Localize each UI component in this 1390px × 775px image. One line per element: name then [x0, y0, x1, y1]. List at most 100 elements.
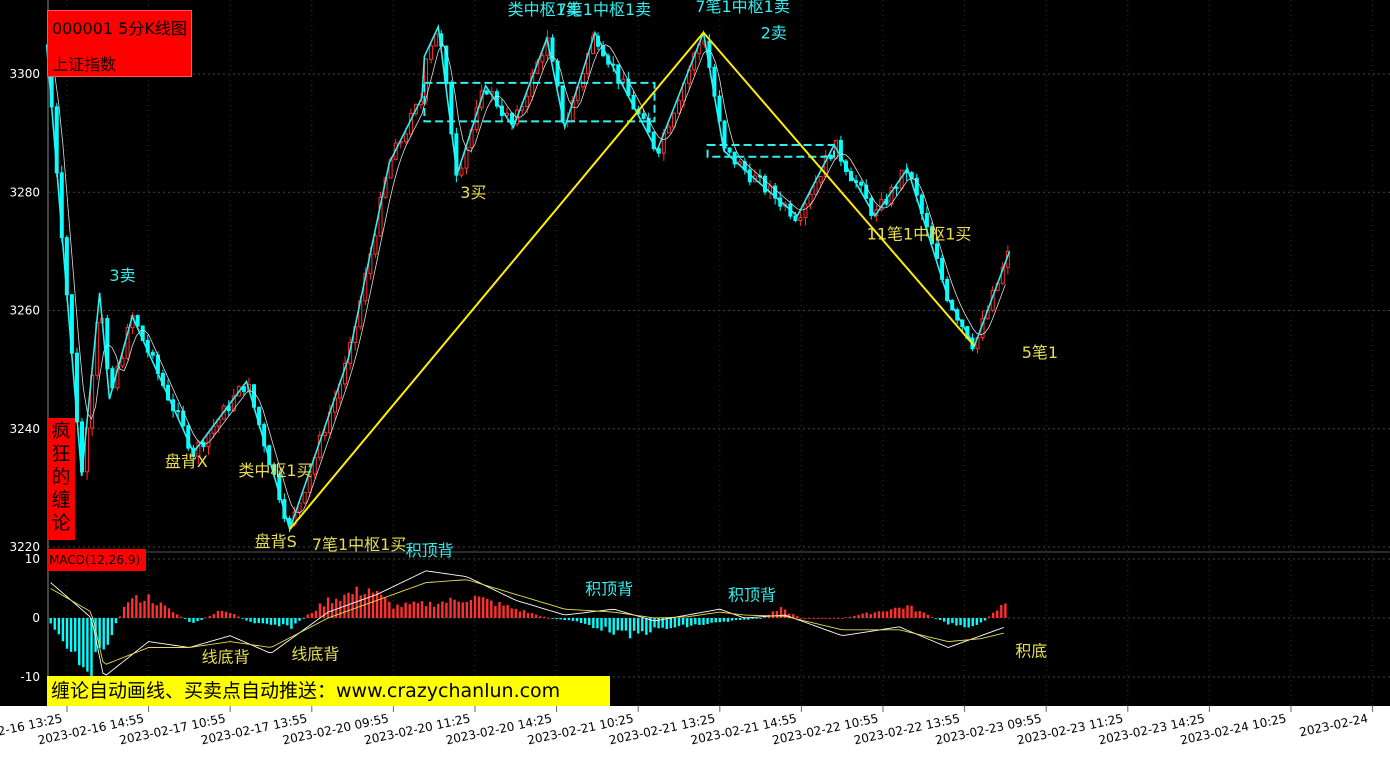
macd-bar-positive — [885, 611, 889, 618]
signal-label: 5笔1 — [1022, 343, 1058, 362]
macd-bar-negative — [645, 618, 648, 635]
macd-bar-positive — [861, 613, 864, 618]
macd-bar-negative — [106, 618, 109, 645]
candle-up — [803, 203, 808, 219]
macd-bar-positive — [212, 614, 216, 618]
macd-bar-positive — [477, 596, 481, 618]
macd-bar-negative — [188, 618, 191, 622]
macd-bar-negative — [102, 618, 105, 650]
macd-bar-positive — [229, 613, 232, 618]
macd-bar-negative — [604, 618, 607, 627]
macd-signal-label: 积底 — [1015, 641, 1047, 660]
signal-label: 7笔1中枢1卖 — [557, 0, 652, 19]
macd-bar-negative — [277, 618, 281, 627]
macd-bar-positive — [453, 599, 456, 618]
macd-bar-positive — [857, 615, 860, 618]
macd-bar-positive — [522, 610, 526, 618]
macd-bar-negative — [734, 618, 738, 621]
kline-chart[interactable]: 32203240326032803300100-102023-02-16 13:… — [0, 0, 1390, 775]
macd-bar-negative — [200, 618, 203, 620]
macd-bar-negative — [681, 618, 685, 625]
macd-bar-negative — [979, 618, 983, 623]
macd-bar-positive — [918, 611, 921, 618]
macd-bar-negative — [567, 618, 571, 621]
macd-bar-negative — [722, 618, 726, 622]
macd-bar-positive — [526, 613, 530, 618]
macd-bar-negative — [245, 618, 248, 621]
macd-bar-positive — [408, 604, 411, 618]
macd-bar-positive — [139, 602, 142, 618]
candle-down — [484, 90, 489, 95]
macd-bar-negative — [592, 618, 595, 629]
time-tick-label: 2023-02-24 — [1298, 711, 1369, 739]
macd-bar-negative — [184, 618, 187, 619]
candle-down — [176, 410, 181, 413]
macd-bar-negative — [759, 618, 762, 619]
candle-up — [621, 78, 626, 83]
macd-bar-positive — [547, 618, 550, 619]
macd-bar-positive — [894, 607, 897, 618]
macd-bar-positive — [490, 600, 493, 618]
macd-bar-positive — [412, 601, 415, 618]
macd-bar-negative — [261, 618, 265, 624]
macd-bar-positive — [306, 614, 309, 618]
macd-bar-negative — [677, 618, 681, 627]
macd-bar-positive — [506, 605, 509, 618]
macd-bar-positive — [384, 597, 387, 618]
macd-bar-negative — [555, 618, 558, 620]
signal-label: 盘背S — [26, 0, 68, 1]
macd-bar-positive — [314, 610, 318, 618]
macd-bar-negative — [743, 618, 746, 620]
macd-bar-negative — [86, 618, 89, 672]
macd-bar-positive — [991, 612, 995, 618]
macd-bar-positive — [816, 618, 819, 619]
macd-bar-negative — [551, 618, 554, 619]
macd-bar-positive — [326, 597, 330, 618]
promo-banner[interactable]: 缠论自动画线、买卖点自动推送：www.crazychanlun.com — [47, 676, 610, 706]
macd-label[interactable]: MACD(12,26,9) — [47, 549, 146, 571]
macd-bar-positive — [171, 612, 175, 618]
macd-bar-positive — [322, 606, 326, 618]
price-tick-label: 3300 — [9, 67, 40, 81]
macd-bar-positive — [163, 605, 167, 618]
macd-bar-positive — [881, 611, 885, 618]
macd-bar-negative — [710, 618, 713, 623]
macd-bar-positive — [400, 607, 403, 618]
macd-bar-negative — [53, 618, 56, 630]
candle-down — [646, 117, 651, 133]
macd-bar-positive — [122, 606, 126, 618]
macd-bar-positive — [175, 614, 179, 618]
macd-bar-positive — [318, 603, 322, 618]
macd-bar-negative — [959, 618, 962, 626]
macd-bar-negative — [49, 618, 52, 624]
macd-bar-negative — [69, 618, 73, 652]
candle-down — [201, 441, 206, 448]
macd-bar-negative — [110, 618, 114, 636]
macd-bar-negative — [196, 618, 199, 622]
candle-down — [859, 181, 864, 186]
macd-bar-negative — [282, 618, 285, 625]
macd-bar-negative — [265, 618, 269, 624]
macd-bar-positive — [832, 618, 836, 619]
macd-bar-positive — [869, 614, 872, 618]
macd-bar-negative — [730, 618, 734, 621]
macd-bar-negative — [641, 618, 644, 632]
macd-bar-negative — [685, 618, 689, 628]
candle-down — [641, 113, 646, 119]
macd-bar-positive — [898, 607, 901, 618]
macd-bar-positive — [481, 597, 485, 618]
macd-bar-negative — [938, 618, 942, 620]
macd-bar-negative — [694, 618, 697, 625]
macd-signal-label: 积顶背 — [728, 585, 776, 604]
macd-bar-positive — [204, 617, 207, 619]
macd-bar-positive — [865, 612, 868, 618]
price-tick-label: 3240 — [9, 422, 40, 436]
macd-bar-positive — [771, 611, 775, 618]
macd-bar-negative — [583, 618, 587, 624]
candle-up — [322, 432, 327, 436]
macd-bar-negative — [665, 618, 668, 630]
macd-bar-negative — [257, 618, 260, 624]
macd-bar-positive — [339, 600, 342, 618]
candle-up — [403, 133, 408, 143]
macd-bar-positive — [930, 617, 934, 618]
